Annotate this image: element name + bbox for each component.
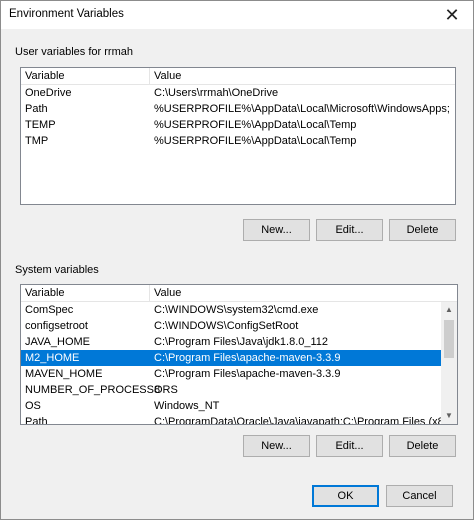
variable-name-cell: OS [25,400,41,412]
cancel-button[interactable]: Cancel [386,485,453,507]
variable-value-cell: %USERPROFILE%\AppData\Local\Microsoft\Wi… [154,103,450,115]
user-delete-button[interactable]: Delete [389,219,456,241]
column-header-variable[interactable]: Variable [25,70,65,82]
system-variables-label: System variables [15,264,99,276]
variable-name-cell: M2_HOME [25,352,80,364]
close-icon[interactable]: ✕ [441,4,463,26]
column-separator[interactable] [149,285,150,301]
variable-value-cell: %USERPROFILE%\AppData\Local\Temp [154,135,357,147]
table-row[interactable]: MAVEN_HOME C:\Program Files\apache-maven-… [21,366,457,382]
variable-name-cell: MAVEN_HOME [25,368,103,380]
variable-name-cell: Path [25,416,48,425]
variable-name-cell: TMP [25,135,49,147]
variable-value-cell: C:\WINDOWS\ConfigSetRoot [154,320,299,332]
environment-variables-dialog: Environment Variables ✕ User variables f… [0,0,474,520]
variable-value-cell: %USERPROFILE%\AppData\Local\Temp [154,119,357,131]
system-new-button[interactable]: New... [243,435,310,457]
variable-value-cell: C:\Program Files\apache-maven-3.3.9 [154,368,341,380]
table-row[interactable]: TMP %USERPROFILE%\AppData\Local\Temp [21,133,455,149]
table-row[interactable]: OS Windows_NT [21,398,457,414]
ok-button[interactable]: OK [312,485,379,507]
variable-name-cell: TEMP [25,119,56,131]
user-variables-label: User variables for rrmah [15,46,133,58]
variable-name-cell: ComSpec [25,304,74,316]
title-bar: Environment Variables ✕ [1,1,473,29]
system-variables-list[interactable]: Variable Value ComSpec C:\WINDOWS\system3… [20,284,458,425]
variable-name-cell: configsetroot [25,320,88,332]
table-row[interactable]: OneDrive C:\Users\rrmah\OneDrive [21,85,455,101]
system-delete-button[interactable]: Delete [389,435,456,457]
system-list-header: Variable Value [21,285,457,302]
user-list-header: Variable Value [21,68,455,85]
column-header-value[interactable]: Value [154,287,181,299]
scrollbar-thumb[interactable] [444,320,454,358]
table-row[interactable]: configsetroot C:\WINDOWS\ConfigSetRoot [21,318,457,334]
scroll-up-arrow-icon[interactable]: ▲ [441,302,457,318]
table-row[interactable]: NUMBER_OF_PROCESSORS 8 [21,382,457,398]
table-row-selected[interactable]: M2_HOME C:\Program Files\apache-maven-3.3… [21,350,457,366]
table-row[interactable]: Path %USERPROFILE%\AppData\Local\Microsof… [21,101,455,117]
column-header-value[interactable]: Value [154,70,181,82]
variable-value-cell: C:\WINDOWS\system32\cmd.exe [154,304,319,316]
variable-name-cell: OneDrive [25,87,72,99]
variable-name-cell: JAVA_HOME [25,336,90,348]
column-separator[interactable] [149,68,150,84]
scroll-down-arrow-icon[interactable]: ▼ [441,408,457,424]
variable-value-cell: Windows_NT [154,400,220,412]
user-new-button[interactable]: New... [243,219,310,241]
variable-name-cell: Path [25,103,48,115]
variable-value-cell: 8 [154,384,161,396]
variable-value-cell: C:\Program Files\apache-maven-3.3.9 [154,352,341,364]
user-variables-list[interactable]: Variable Value OneDrive C:\Users\rrmah\On… [20,67,456,205]
variable-value-cell: C:\Users\rrmah\OneDrive [154,87,279,99]
dialog-title: Environment Variables [9,8,124,20]
system-edit-button[interactable]: Edit... [316,435,383,457]
variable-value-cell: C:\ProgramData\Oracle\Java\javapath;C:\P… [154,416,458,425]
table-row[interactable]: Path C:\ProgramData\Oracle\Java\javapath;… [21,414,458,425]
table-row[interactable]: ComSpec C:\WINDOWS\system32\cmd.exe [21,302,457,318]
table-row[interactable]: TEMP %USERPROFILE%\AppData\Local\Temp [21,117,455,133]
column-header-variable[interactable]: Variable [25,287,65,299]
table-row[interactable]: JAVA_HOME C:\Program Files\Java\jdk1.8.0_… [21,334,457,350]
user-edit-button[interactable]: Edit... [316,219,383,241]
variable-value-cell: C:\Program Files\Java\jdk1.8.0_112 [154,336,329,348]
system-list-scrollbar[interactable]: ▲ ▼ [441,302,457,424]
